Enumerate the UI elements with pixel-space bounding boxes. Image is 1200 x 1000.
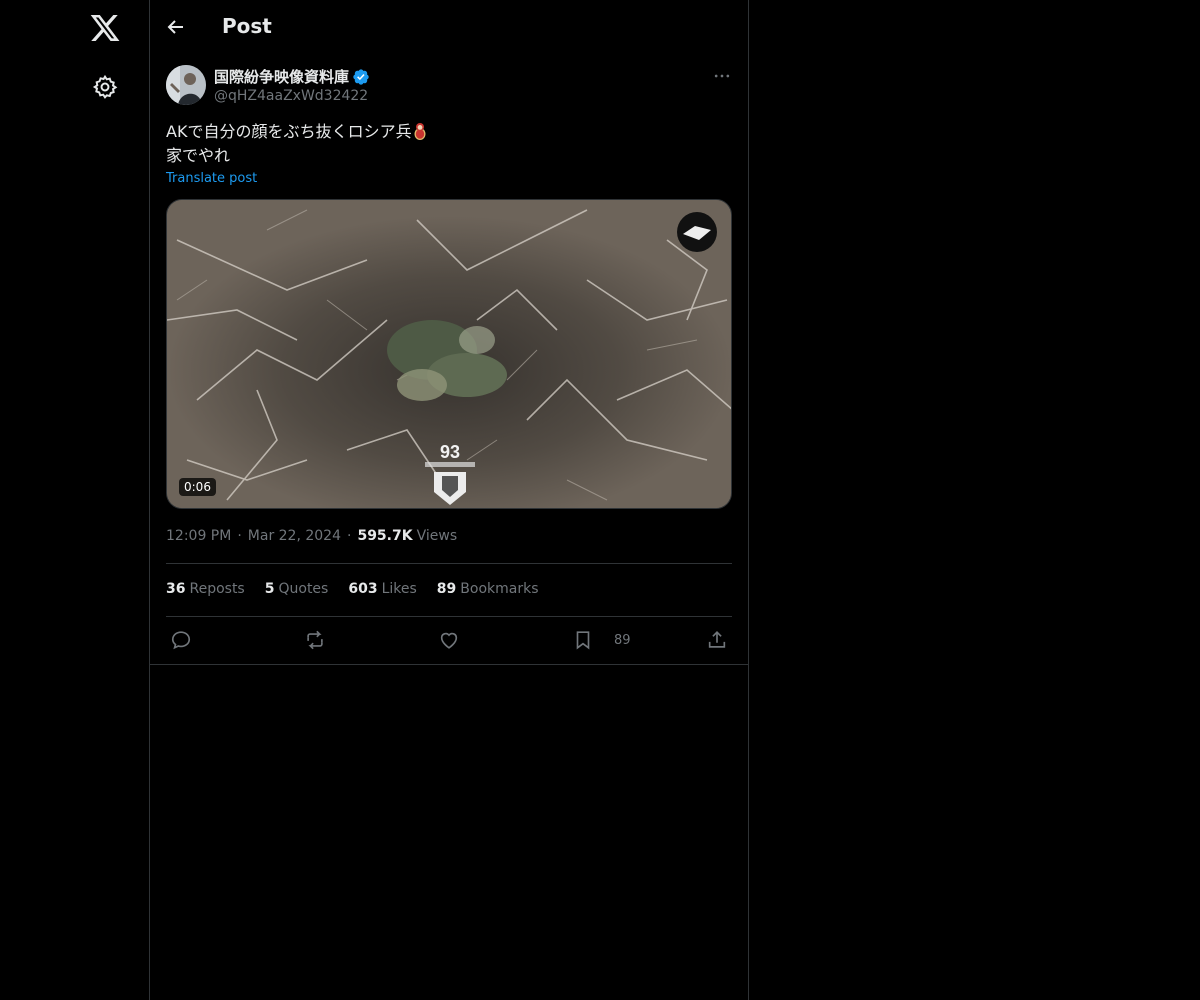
reposts-stat[interactable]: 36 Reposts [166,581,245,597]
meta-separator: · [237,528,242,544]
post-metadata: 12:09 PM · Mar 22, 2024 · 595.7K Views [166,528,457,544]
reposts-label: Reposts [189,581,245,597]
quotes-count: 5 [264,581,275,597]
left-nav-rail [0,0,150,1000]
likes-label: Likes [381,581,417,597]
share-icon[interactable] [706,629,728,651]
views-count: 595.7K [357,528,413,544]
engagement-stats: 36 Reposts 5 Quotes 603 Likes 89 Bookmarks [166,581,559,597]
x-logo-icon[interactable] [89,12,121,44]
action-bar: 89 [166,625,732,655]
watermark-logo-top-right [677,212,717,252]
translate-post-link[interactable]: Translate post [166,171,257,186]
bookmark-action-count: 89 [614,633,631,648]
reply-icon[interactable] [170,629,192,651]
quotes-label: Quotes [278,581,329,597]
divider-bottom [166,616,732,617]
reposts-count: 36 [166,581,186,597]
settings-gear-icon[interactable] [92,74,118,100]
soldiers-shape [387,320,507,401]
repost-icon[interactable] [304,629,326,651]
post-date[interactable]: Mar 22, 2024 [248,528,341,544]
matryoshka-doll-icon [414,123,426,140]
post-detail-column: Post 国際紛争映像資料庫 @qHZ4aaZxWd32422 AKで自分の顔を… [150,0,749,1000]
bookmarks-count: 89 [436,581,457,597]
likes-count: 603 [348,581,378,597]
post-text: AKで自分の顔をぶち抜くロシア兵 家でやれ [166,120,732,168]
post-header: Post [150,0,748,54]
likes-stat[interactable]: 603 Likes [348,581,416,597]
divider-top [166,563,732,564]
page-title: Post [222,14,272,38]
post-text-line-1: AKで自分の顔をぶち抜くロシア兵 [166,120,732,144]
video-frame: 93 [167,200,731,508]
post-text-line-1-content: AKで自分の顔をぶち抜くロシア兵 [166,122,412,141]
author-name-text: 国際紛争映像資料庫 [214,68,350,86]
like-icon[interactable] [438,629,460,651]
back-arrow-icon[interactable] [164,15,188,39]
verified-badge-icon [353,68,369,85]
views-label: Views [416,528,458,544]
bookmarks-stat[interactable]: 89 Bookmarks [437,581,539,597]
post-time[interactable]: 12:09 PM [166,528,231,544]
quotes-stat[interactable]: 5 Quotes [265,581,329,597]
post-bottom-border [150,664,748,665]
author-avatar[interactable] [166,65,206,105]
post-text-line-2: 家でやれ [166,146,231,165]
bookmarks-label: Bookmarks [460,581,539,597]
author-display-name[interactable]: 国際紛争映像資料庫 [214,66,370,87]
meta-separator: · [347,528,352,544]
unit-number-text: 93 [440,442,460,462]
more-options-icon[interactable] [710,66,734,86]
author-handle[interactable]: @qHZ4aaZxWd32422 [214,88,368,104]
video-player[interactable]: 93 0:06 [166,199,732,509]
video-duration-badge: 0:06 [179,478,216,496]
bookmark-icon[interactable] [572,629,594,651]
